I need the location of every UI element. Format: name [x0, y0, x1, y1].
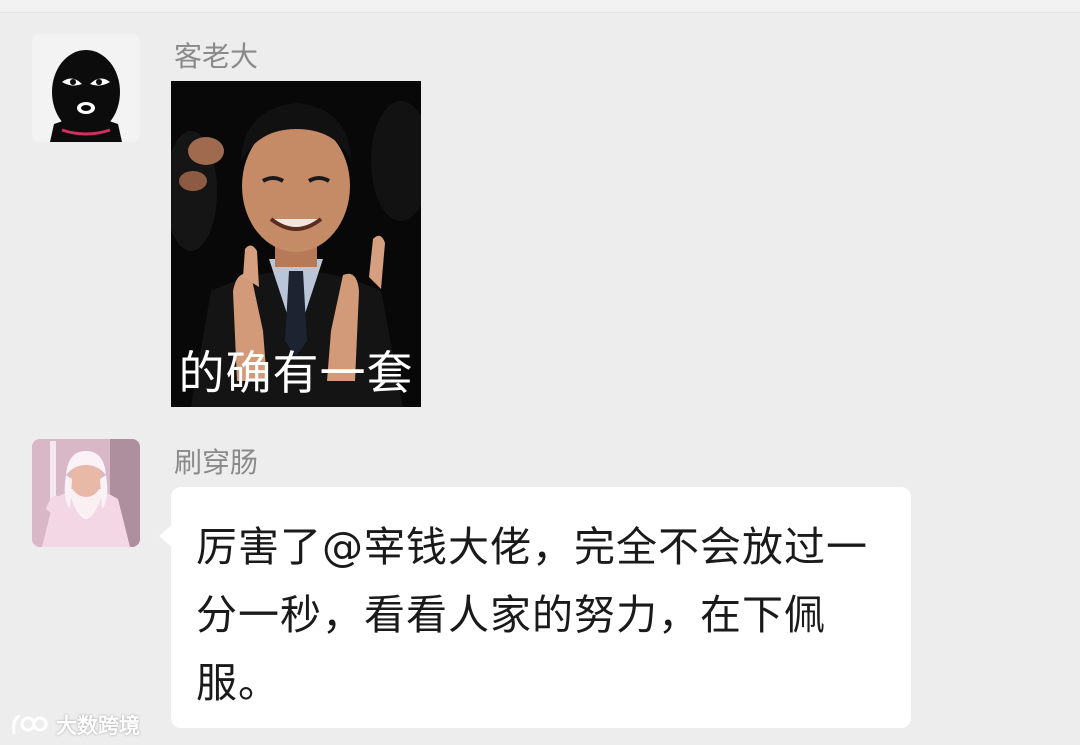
watermark: 大数跨境	[10, 708, 140, 742]
message-bubble[interactable]: 厉害了@宰钱大佬，完全不会放过一分一秒，看看人家的努力，在下佩服。	[159, 487, 911, 728]
message-text: 厉害了@宰钱大佬，完全不会放过一分一秒，看看人家的努力，在下佩服。	[196, 523, 868, 707]
message-item: 刷穿肠 厉害了@宰钱大佬，完全不会放过一分一秒，看看人家的努力，在下佩服。	[0, 420, 1080, 745]
avatar[interactable]	[32, 439, 140, 547]
sticker-image[interactable]: 的确有一套	[171, 81, 421, 407]
bubble-tail	[159, 525, 172, 547]
wizard-avatar-icon	[32, 439, 140, 547]
sender-name: 客老大	[174, 40, 259, 73]
message-item: 客老大 的确有一套	[0, 0, 1080, 420]
avatar[interactable]	[32, 34, 140, 142]
sender-name: 刷穿肠	[174, 446, 259, 479]
watermark-text: 大数跨境	[56, 714, 140, 738]
brand-logo-icon	[12, 714, 48, 735]
sticker-caption: 的确有一套	[178, 346, 414, 400]
balaclava-avatar-icon	[32, 34, 140, 142]
